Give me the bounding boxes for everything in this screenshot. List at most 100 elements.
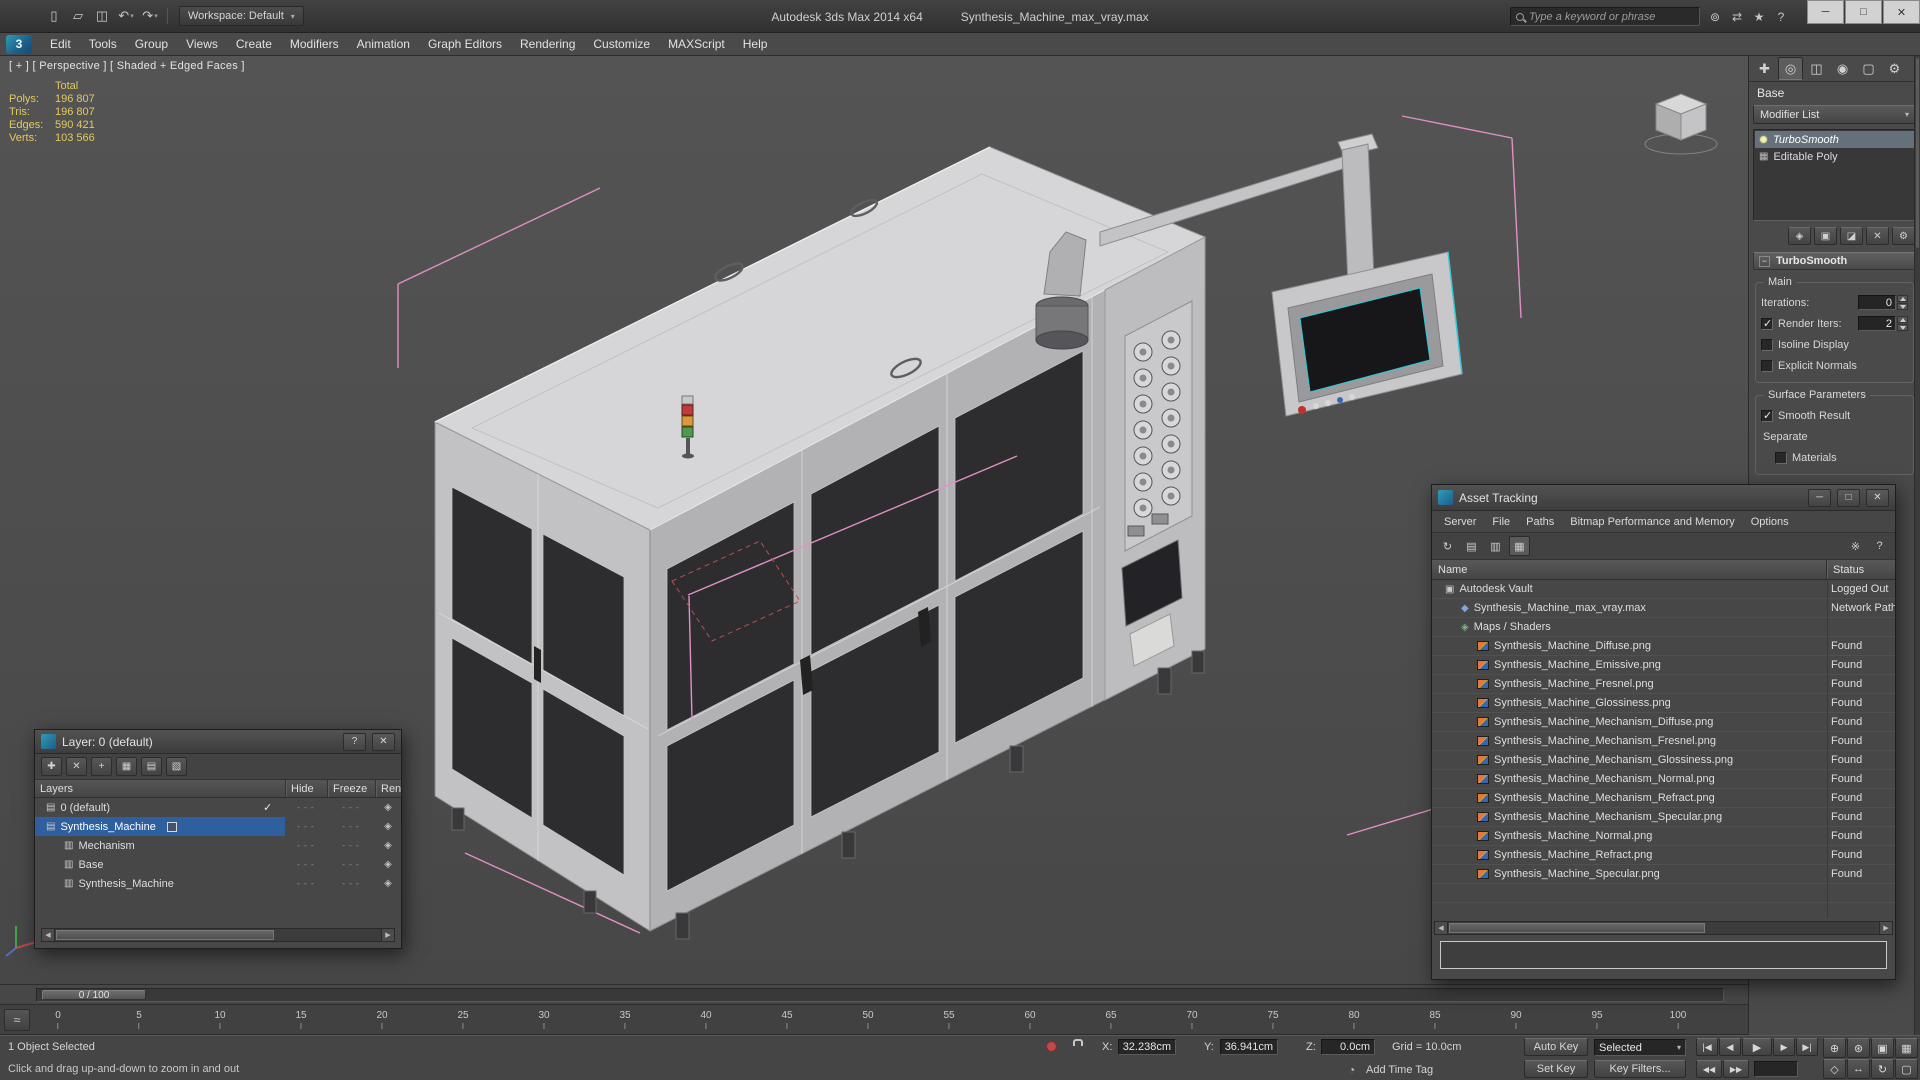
previous-key-icon[interactable]: ◀◀ xyxy=(1696,1060,1722,1078)
hide-toggle[interactable] xyxy=(285,860,327,869)
workspace-dropdown[interactable]: Workspace: Default xyxy=(179,6,304,26)
scroll-right-icon[interactable]: ▶ xyxy=(1879,922,1892,934)
show-end-result-icon[interactable]: ▣ xyxy=(1814,227,1837,245)
render-toggle-icon[interactable]: ◈ xyxy=(375,878,401,889)
time-slider-handle[interactable]: 0 / 100 xyxy=(42,990,146,1000)
render-toggle-icon[interactable]: ◈ xyxy=(375,859,401,870)
tab-utilities-icon[interactable]: ⚙ xyxy=(1882,57,1907,80)
scroll-right-icon[interactable]: ▶ xyxy=(381,929,394,941)
asset-row[interactable]: ▣Autodesk VaultLogged Out xyxy=(1432,580,1895,599)
render-iters-spinner-arrows[interactable] xyxy=(1897,316,1908,331)
freeze-toggle[interactable] xyxy=(327,841,375,850)
asset-menu-server[interactable]: Server xyxy=(1436,516,1484,528)
render-iters-checkbox[interactable] xyxy=(1761,318,1773,330)
menu-group[interactable]: Group xyxy=(126,33,177,56)
table-view-icon[interactable]: ▤ xyxy=(1461,536,1482,556)
modifier-stack-row[interactable]: TurboSmooth xyxy=(1755,131,1914,148)
tab-create-icon[interactable]: ✚ xyxy=(1752,57,1777,80)
layer-help-button[interactable]: ? xyxy=(343,733,366,751)
iterations-spinner[interactable]: 0 xyxy=(1858,295,1896,310)
menu-modifiers[interactable]: Modifiers xyxy=(281,33,348,56)
hide-freeze-toggle-icon[interactable]: ▧ xyxy=(166,757,187,776)
layer-row[interactable]: ▥Base◈ xyxy=(35,855,401,874)
iterations-spinner-arrows[interactable] xyxy=(1897,295,1908,310)
orbit-icon[interactable]: ↻ xyxy=(1871,1059,1894,1079)
minimize-button[interactable]: ─ xyxy=(1807,0,1844,24)
explicit-normals-checkbox[interactable] xyxy=(1761,360,1773,372)
render-iters-spinner[interactable]: 2 xyxy=(1858,316,1896,331)
render-toggle-icon[interactable]: ◈ xyxy=(375,840,401,851)
make-unique-icon[interactable]: ◪ xyxy=(1840,227,1863,245)
asset-row[interactable]: Synthesis_Machine_Fresnel.pngFound xyxy=(1432,675,1895,694)
column-name[interactable]: Name xyxy=(1432,560,1826,579)
rollout-turbosmooth[interactable]: − TurboSmooth xyxy=(1753,252,1916,270)
search-input[interactable]: Type a keyword or phrase xyxy=(1510,7,1700,26)
asset-minimize-button[interactable]: ─ xyxy=(1808,489,1831,507)
details-view-icon[interactable]: ▦ xyxy=(1509,536,1530,556)
thumbnail-view-icon[interactable]: ▥ xyxy=(1485,536,1506,556)
mini-curve-editor-button[interactable]: ≈ xyxy=(4,1009,30,1031)
set-key-button[interactable]: Set Key xyxy=(1524,1060,1588,1078)
maximize-viewport-icon[interactable]: ▢ xyxy=(1895,1059,1918,1079)
menu-edit[interactable]: Edit xyxy=(41,33,80,56)
menu-rendering[interactable]: Rendering xyxy=(511,33,584,56)
modifier-list-dropdown[interactable]: Modifier List xyxy=(1753,105,1916,124)
menu-create[interactable]: Create xyxy=(227,33,281,56)
z-coordinate-field[interactable]: 0.0cm xyxy=(1321,1039,1375,1055)
maximize-button[interactable]: □ xyxy=(1845,0,1882,24)
go-to-start-icon[interactable]: |◀ xyxy=(1696,1038,1718,1056)
hide-toggle[interactable] xyxy=(285,879,327,888)
set-current-layer-icon[interactable]: ▤ xyxy=(141,757,162,776)
play-icon[interactable]: ▶ xyxy=(1742,1038,1772,1056)
viewport-label[interactable]: [ + ] [ Perspective ] [ Shaded + Edged F… xyxy=(9,60,245,72)
layer-row[interactable]: ▥Synthesis_Machine◈ xyxy=(35,874,401,893)
isolate-selection-icon[interactable] xyxy=(1046,1041,1057,1052)
asset-row[interactable]: ◈Maps / Shaders xyxy=(1432,618,1895,637)
menu-maxscript[interactable]: MAXScript xyxy=(659,33,734,56)
search-go-icon[interactable]: ⊚ xyxy=(1704,6,1726,28)
asset-row[interactable]: Synthesis_Machine_Mechanism_Glossiness.p… xyxy=(1432,751,1895,770)
scroll-left-icon[interactable]: ◀ xyxy=(42,929,55,941)
add-to-layer-icon[interactable]: + xyxy=(91,757,112,776)
modifier-enable-icon[interactable] xyxy=(1759,135,1768,144)
tab-motion-icon[interactable]: ◉ xyxy=(1830,57,1855,80)
remove-modifier-icon[interactable]: ✕ xyxy=(1866,227,1889,245)
zoom-extents-all-icon[interactable]: ▦ xyxy=(1895,1038,1918,1058)
freeze-toggle[interactable] xyxy=(327,822,375,831)
asset-row[interactable]: Synthesis_Machine_Refract.pngFound xyxy=(1432,846,1895,865)
render-toggle-icon[interactable]: ◈ xyxy=(375,802,401,813)
layer-titlebar[interactable]: Layer: 0 (default) ? ✕ xyxy=(35,730,401,754)
key-filters-button[interactable]: Key Filters... xyxy=(1594,1060,1686,1078)
menu-animation[interactable]: Animation xyxy=(348,33,419,56)
asset-row[interactable]: Synthesis_Machine_Emissive.pngFound xyxy=(1432,656,1895,675)
column-render[interactable]: Rende xyxy=(375,780,401,797)
refresh-status-icon[interactable]: ↻ xyxy=(1437,536,1458,556)
asset-row[interactable]: Synthesis_Machine_Mechanism_Refract.pngF… xyxy=(1432,789,1895,808)
asset-row[interactable]: Synthesis_Machine_Specular.pngFound xyxy=(1432,865,1895,884)
column-hide[interactable]: Hide xyxy=(285,780,327,797)
tab-display-icon[interactable]: ▢ xyxy=(1856,57,1881,80)
highlight-asset-icon[interactable]: ※ xyxy=(1845,536,1866,556)
render-toggle-icon[interactable]: ◈ xyxy=(375,821,401,832)
asset-help-icon[interactable]: ? xyxy=(1869,536,1890,556)
freeze-toggle[interactable] xyxy=(327,803,375,812)
x-coordinate-field[interactable]: 32.238cm xyxy=(1118,1039,1176,1055)
previous-frame-icon[interactable]: ◀ xyxy=(1719,1038,1741,1056)
time-slider-track[interactable]: 0 / 100 xyxy=(36,988,1724,1002)
freeze-toggle[interactable] xyxy=(327,879,375,888)
next-key-icon[interactable]: ▶▶ xyxy=(1723,1060,1749,1078)
asset-horizontal-scrollbar[interactable]: ◀ ▶ xyxy=(1434,921,1893,935)
go-to-end-icon[interactable]: ▶| xyxy=(1796,1038,1818,1056)
column-layers[interactable]: Layers xyxy=(35,780,285,797)
create-new-layer-icon[interactable]: ✚ xyxy=(41,757,62,776)
asset-row[interactable]: ◆Synthesis_Machine_max_vray.maxNetwork P… xyxy=(1432,599,1895,618)
new-file-icon[interactable]: ▯ xyxy=(42,5,66,27)
menu-graph-editors[interactable]: Graph Editors xyxy=(419,33,511,56)
asset-menu-bitmap-performance-and-memory[interactable]: Bitmap Performance and Memory xyxy=(1562,516,1742,528)
zoom-all-icon[interactable]: ⊛ xyxy=(1847,1038,1870,1058)
communication-center-icon[interactable]: ⇄ xyxy=(1726,6,1748,28)
hide-toggle[interactable] xyxy=(285,822,327,831)
configure-modifier-sets-icon[interactable]: ⚙ xyxy=(1892,227,1915,245)
asset-tracking-titlebar[interactable]: Asset Tracking ─ □ ✕ xyxy=(1432,485,1895,511)
auto-key-button[interactable]: Auto Key xyxy=(1524,1038,1588,1056)
